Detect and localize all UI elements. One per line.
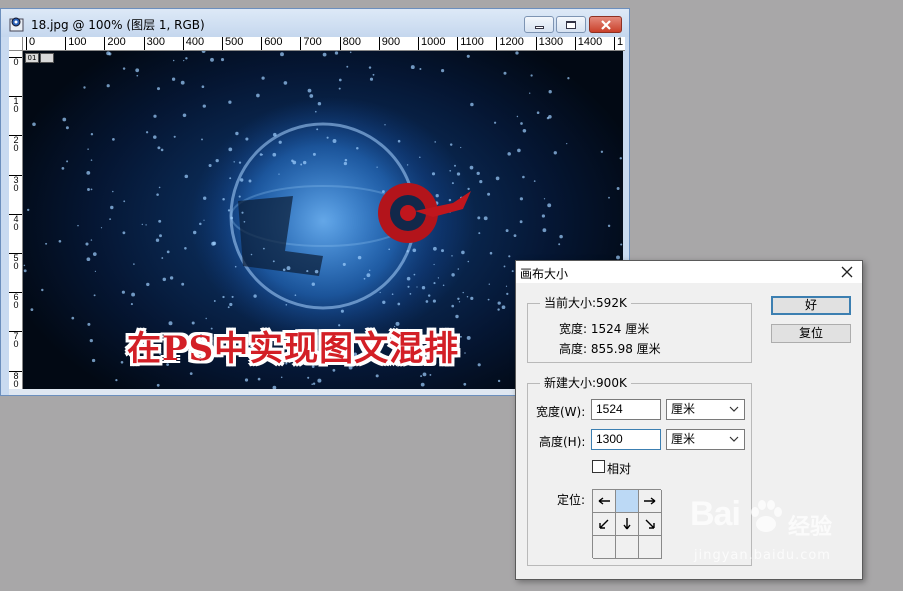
watermark-suffix: 经验 xyxy=(788,515,833,540)
height-unit-value: 厘米 xyxy=(671,432,696,446)
ruler-h-tick: 600 xyxy=(261,37,283,50)
ruler-h-tick: 1000 xyxy=(418,37,445,50)
minimize-button[interactable] xyxy=(524,16,554,33)
baidu-jingyan-watermark: Bai 经验 jingyan.baidu.com xyxy=(690,495,860,575)
close-window-button[interactable] xyxy=(589,16,622,33)
reset-button[interactable]: 复位 xyxy=(771,324,851,343)
ruler-v-tick: 20 xyxy=(9,135,22,153)
ok-button[interactable]: 好 xyxy=(771,296,851,315)
anchor-bottom-left[interactable] xyxy=(593,536,616,559)
ruler-h-tick: 100 xyxy=(65,37,87,50)
mask-chip-icon xyxy=(40,53,54,63)
ruler-v-tick: 40 xyxy=(9,213,22,231)
chevron-down-icon xyxy=(729,436,739,442)
anchor-top-center[interactable] xyxy=(616,490,639,513)
ruler-v-tick: 10 xyxy=(9,96,22,114)
dialog-titlebar[interactable]: 画布大小 xyxy=(516,261,862,283)
arrow-right-icon xyxy=(644,497,656,505)
ruler-h-tick: 1300 xyxy=(535,37,563,50)
ruler-h-tick: 400 xyxy=(182,37,204,50)
anchor-top-right[interactable] xyxy=(639,490,662,513)
anchor-label: 定位: xyxy=(557,493,586,507)
maximize-icon xyxy=(566,20,576,29)
anchor-top-left[interactable] xyxy=(593,490,616,513)
height-input[interactable]: 1300 xyxy=(591,429,661,450)
ruler-v-tick: 60 xyxy=(9,292,22,310)
ruler-v-tick: 0 xyxy=(9,57,22,67)
relative-label: 相对 xyxy=(607,462,632,476)
chevron-down-icon xyxy=(729,406,739,412)
anchor-middle-right[interactable] xyxy=(639,513,662,536)
ruler-h-tick: 1100 xyxy=(457,37,484,50)
arrow-down-right-icon xyxy=(645,519,655,529)
anchor-bottom-center[interactable] xyxy=(616,536,639,559)
layer-thumbnail-chip: 01 xyxy=(25,53,39,63)
ruler-h-tick: 300 xyxy=(143,37,165,50)
ruler-v-tick: 70 xyxy=(9,331,22,349)
document-titlebar[interactable]: 18.jpg @ 100% (图层 1, RGB) xyxy=(1,9,629,37)
relative-checkbox[interactable] xyxy=(592,460,605,473)
dialog-title: 画布大小 xyxy=(520,267,569,281)
anchor-grid[interactable] xyxy=(592,489,662,559)
arrow-left-icon xyxy=(598,497,610,505)
width-input[interactable]: 1524 xyxy=(591,399,661,420)
current-width-text: 宽度: 1524 厘米 xyxy=(559,322,650,336)
photoshop-document-icon xyxy=(9,17,24,32)
vertical-ruler[interactable]: 0 10 20 30 40 50 60 70 80 xyxy=(9,51,23,389)
baidu-paw-icon xyxy=(751,500,782,532)
ruler-v-tick: 50 xyxy=(9,253,22,271)
ruler-h-tick: 1 xyxy=(614,37,623,50)
ruler-h-tick: 500 xyxy=(222,37,243,50)
anchor-bottom-right[interactable] xyxy=(639,536,662,559)
new-size-legend: 新建大小:900K xyxy=(540,376,631,390)
ruler-h-tick: 1400 xyxy=(574,37,602,50)
ruler-origin[interactable] xyxy=(9,37,23,51)
document-title: 18.jpg @ 100% (图层 1, RGB) xyxy=(31,18,205,32)
arrow-down-left-icon xyxy=(599,519,609,529)
ruler-h-tick: 800 xyxy=(339,37,361,50)
ruler-v-tick: 80 xyxy=(9,370,22,388)
watermark-brand: Bai xyxy=(690,495,741,533)
close-icon[interactable] xyxy=(840,265,854,279)
ruler-h-tick: 0 xyxy=(26,37,35,50)
minimize-icon xyxy=(534,25,544,29)
current-size-legend: 当前大小:592K xyxy=(540,296,631,310)
ruler-h-tick: 1200 xyxy=(496,37,524,50)
watermark-url: jingyan.baidu.com xyxy=(694,548,831,563)
arrow-down-icon xyxy=(623,518,631,530)
height-label: 高度(H): xyxy=(539,435,586,449)
close-icon xyxy=(600,19,611,30)
height-unit-select[interactable]: 厘米 xyxy=(666,429,745,450)
ruler-v-tick: 30 xyxy=(9,174,22,192)
width-unit-select[interactable]: 厘米 xyxy=(666,399,745,420)
maximize-button[interactable] xyxy=(556,16,586,33)
horizontal-ruler[interactable]: 0 100 200 300 400 500 600 700 800 900 1000 1100 1200… xyxy=(23,37,625,51)
width-unit-value: 厘米 xyxy=(671,402,696,416)
ruler-h-tick: 200 xyxy=(104,37,126,50)
anchor-middle-left[interactable] xyxy=(593,513,616,536)
current-height-text: 高度: 855.98 厘米 xyxy=(559,342,661,356)
width-label: 宽度(W): xyxy=(536,405,586,419)
ruler-h-tick: 900 xyxy=(378,37,400,50)
anchor-middle-center[interactable] xyxy=(616,513,639,536)
artwork-banner-text: 在PS中实现图文混排 xyxy=(127,329,460,369)
ruler-h-tick: 700 xyxy=(300,37,322,50)
